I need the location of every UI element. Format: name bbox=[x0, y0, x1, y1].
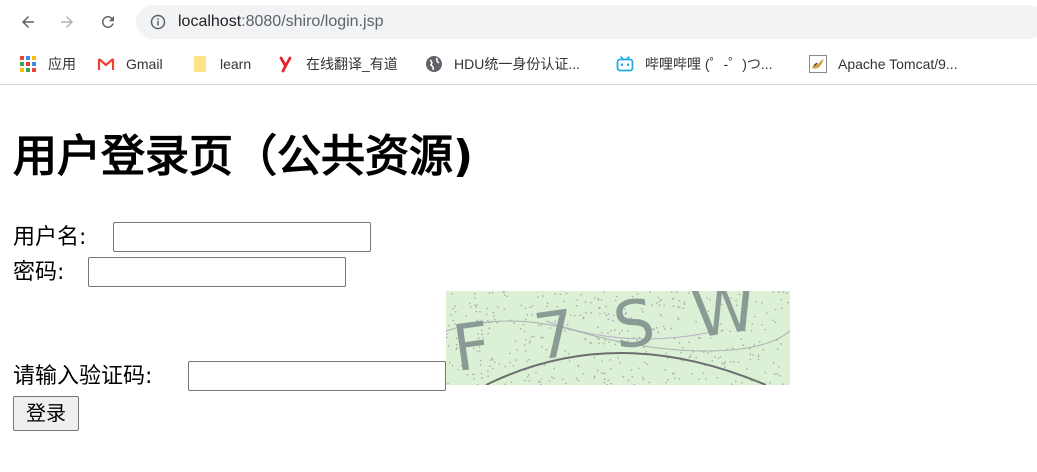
bookmark-label: Gmail bbox=[126, 56, 163, 72]
captcha-image[interactable]: F7SW bbox=[445, 270, 791, 387]
captcha-graphic: F7SW bbox=[445, 270, 791, 387]
url-host: localhost bbox=[178, 13, 242, 30]
bookmark-gmail[interactable]: Gmail bbox=[97, 53, 163, 75]
bookmark-label: HDU统一身份认证... bbox=[454, 56, 580, 72]
bookmark-hdu[interactable]: HDU统一身份认证... bbox=[425, 53, 580, 75]
gmail-icon bbox=[97, 55, 115, 73]
captcha-label: 请输入验证码: bbox=[13, 364, 153, 389]
info-icon[interactable] bbox=[150, 14, 166, 30]
login-page: 用户登录页（公共资源) 用户名: 密码: 请输入验证码: F7SW 登录 bbox=[0, 85, 1037, 472]
forward-arrow-icon bbox=[61, 16, 73, 28]
bookmark-label: 在线翻译_有道 bbox=[306, 56, 398, 72]
browser-toolbar: localhost:8080/shiro/login.jsp bbox=[0, 0, 1037, 44]
globe-icon bbox=[425, 55, 443, 73]
reload-icon bbox=[101, 15, 114, 28]
bilibili-icon bbox=[616, 55, 634, 73]
username-label: 用户名: bbox=[13, 225, 87, 250]
back-arrow-icon bbox=[22, 16, 34, 28]
bookmarks-bar: 应用 Gmail learn 在线翻译_有道 HDU统一身份认证... 哔哩哔哩… bbox=[0, 44, 1037, 85]
page-title: 用户登录页（公共资源) bbox=[13, 131, 474, 182]
apps-grid-icon bbox=[19, 55, 37, 73]
url-text: localhost:8080/shiro/login.jsp bbox=[178, 12, 383, 32]
back-button[interactable] bbox=[16, 10, 40, 34]
bookmark-learn[interactable]: learn bbox=[191, 53, 251, 75]
password-label: 密码: bbox=[13, 260, 65, 285]
bookmark-label: learn bbox=[220, 56, 252, 72]
bookmark-apps[interactable]: 应用 bbox=[19, 53, 76, 75]
address-bar[interactable]: localhost:8080/shiro/login.jsp bbox=[136, 5, 1037, 39]
password-input[interactable] bbox=[88, 257, 346, 287]
youdao-icon bbox=[277, 55, 295, 73]
login-button[interactable]: 登录 bbox=[13, 396, 79, 431]
username-input[interactable] bbox=[113, 222, 371, 252]
bookmark-bilibili[interactable]: 哔哩哔哩 (゜-゜)つ... bbox=[616, 53, 773, 75]
forward-button[interactable] bbox=[55, 10, 79, 34]
captcha-input[interactable] bbox=[188, 361, 446, 391]
bookmark-youdao[interactable]: 在线翻译_有道 bbox=[277, 53, 398, 75]
url-path: :8080/shiro/login.jsp bbox=[241, 13, 384, 30]
bookmark-label: 应用 bbox=[48, 56, 76, 72]
bookmark-label: Apache Tomcat/9... bbox=[838, 56, 958, 72]
bookmark-label: 哔哩哔哩 (゜-゜)つ... bbox=[645, 56, 773, 72]
reload-button[interactable] bbox=[96, 10, 120, 34]
folder-icon bbox=[191, 55, 209, 73]
tomcat-icon bbox=[809, 55, 827, 73]
bookmark-tomcat[interactable]: Apache Tomcat/9... bbox=[809, 53, 958, 75]
